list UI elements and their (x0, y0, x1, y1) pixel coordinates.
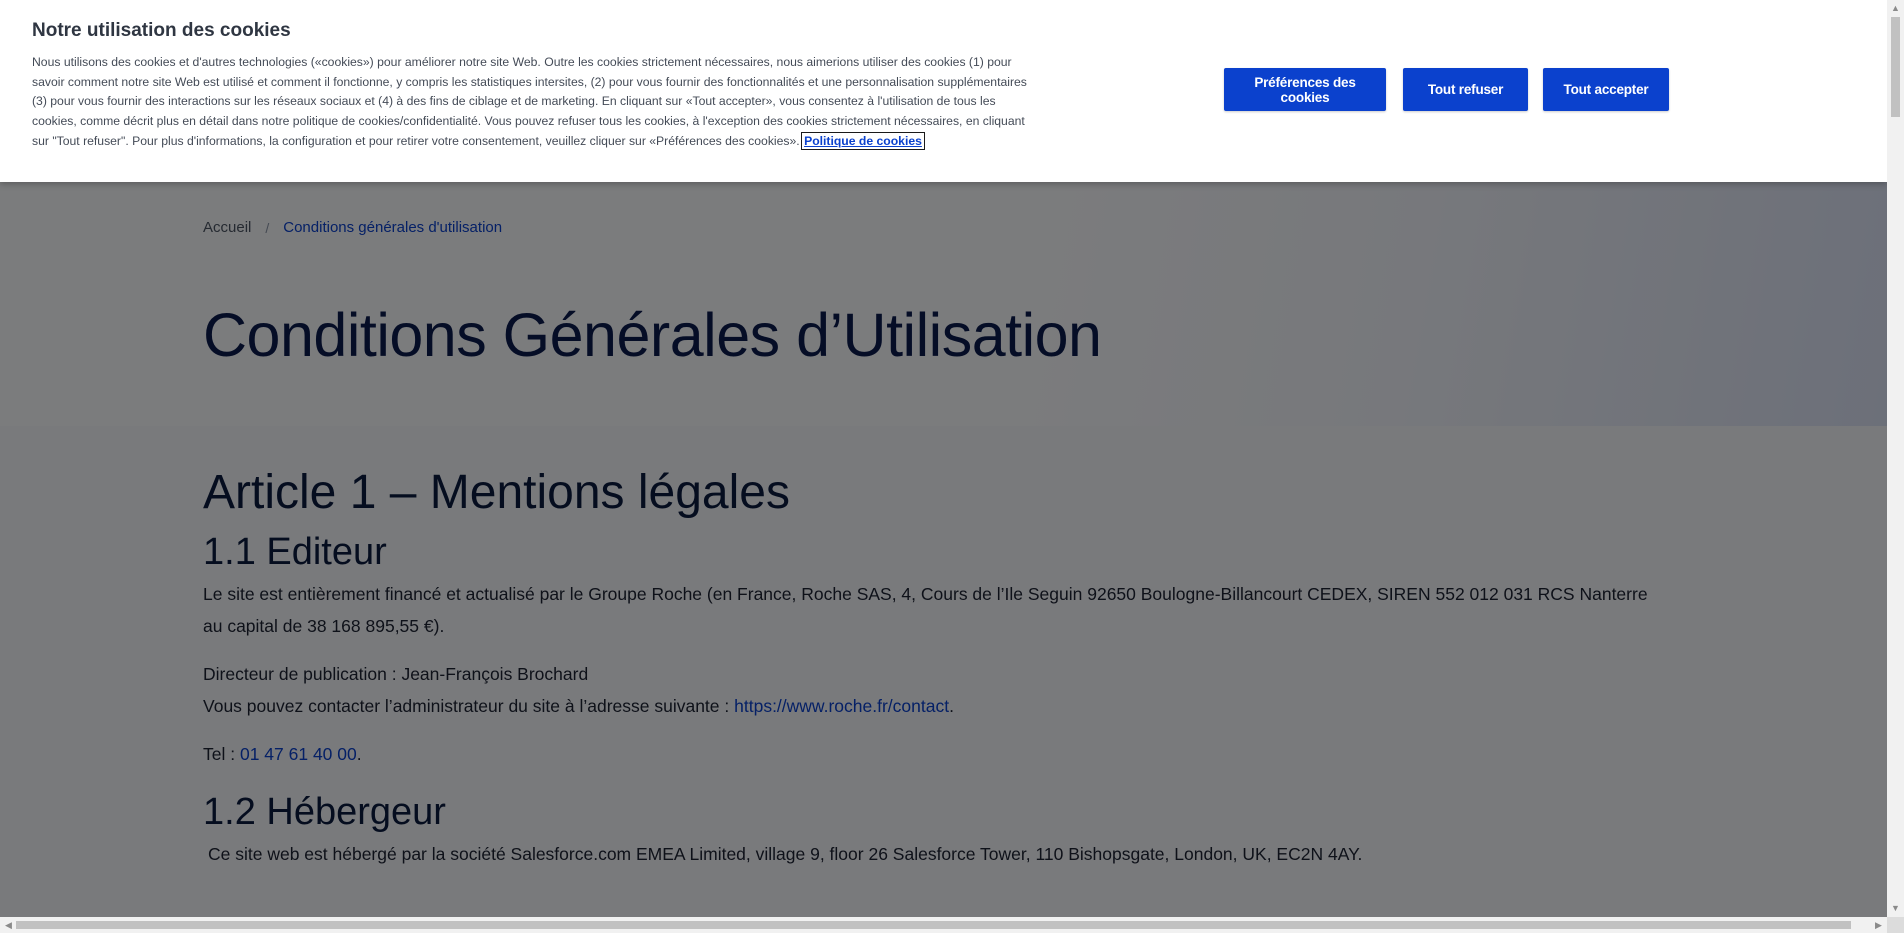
arrow-down-icon[interactable]: ▼ (1887, 900, 1904, 917)
arrow-left-icon[interactable]: ◀ (0, 917, 17, 933)
accept-all-button[interactable]: Tout accepter (1543, 68, 1669, 111)
refuse-all-button[interactable]: Tout refuser (1403, 68, 1528, 111)
arrow-right-icon[interactable]: ▶ (1870, 917, 1887, 933)
vertical-scrollbar[interactable]: ▲ ▼ (1887, 0, 1904, 917)
arrow-up-icon[interactable]: ▲ (1887, 0, 1904, 17)
horizontal-scrollbar[interactable]: ◀ ▶ (0, 917, 1887, 933)
scrollbar-corner (1887, 917, 1904, 933)
cookie-preferences-button[interactable]: Préférences des cookies (1224, 68, 1386, 111)
horizontal-scrollbar-thumb[interactable] (16, 921, 1851, 929)
cookie-policy-link[interactable]: Politique de cookies (801, 131, 925, 150)
vertical-scrollbar-thumb[interactable] (1891, 17, 1900, 117)
cookie-banner-title: Notre utilisation des cookies (32, 20, 291, 41)
cookie-banner: Notre utilisation des cookies Nous utili… (0, 0, 1887, 182)
cookie-banner-text: Nous utilisons des cookies et d'autres t… (32, 53, 1032, 152)
